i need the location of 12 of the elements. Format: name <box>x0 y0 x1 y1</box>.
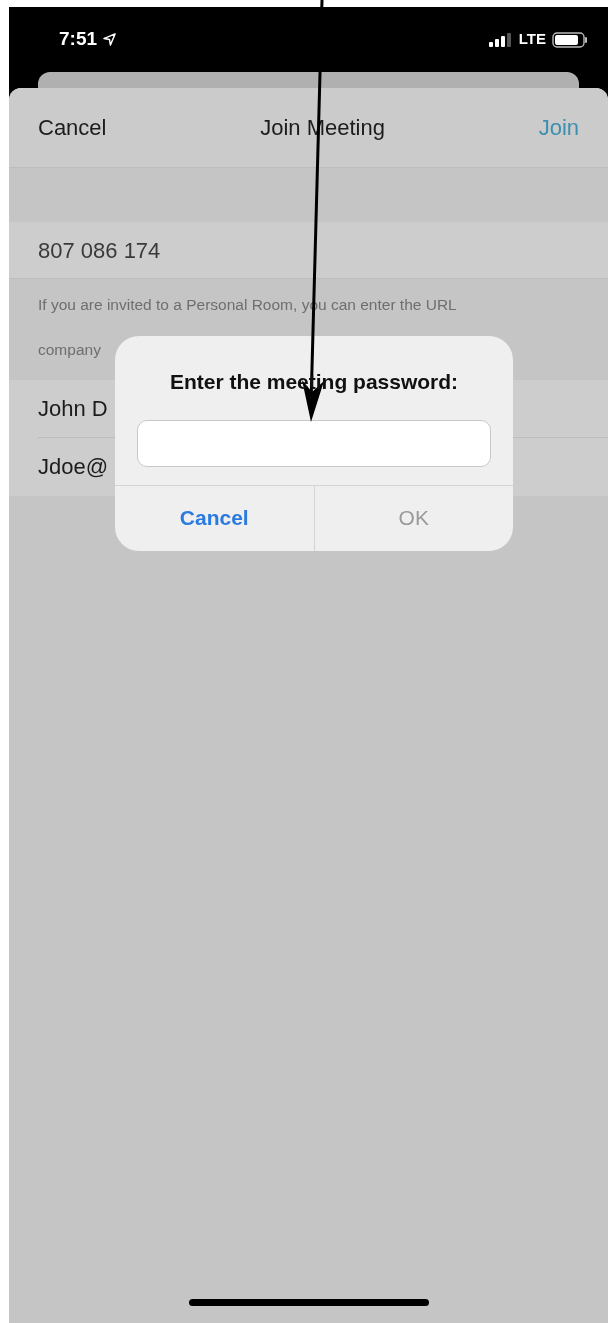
dialog-button[interactable]: Cancel <box>115 485 314 551</box>
help-text: company <box>38 340 102 361</box>
meeting-id-field[interactable]: 807 086 174 <box>9 222 608 279</box>
signal-icon <box>488 32 513 47</box>
name-field[interactable]: John D <box>38 391 108 425</box>
location-arrow-icon <box>103 33 117 46</box>
status-time: 7:51 <box>59 27 98 52</box>
name-field[interactable]: Jdoe@ <box>38 450 109 483</box>
network-label: LTE <box>518 29 546 50</box>
battery-icon <box>552 31 588 48</box>
cancel-button[interactable]: Cancel <box>38 111 107 144</box>
password-input[interactable] <box>137 419 491 467</box>
